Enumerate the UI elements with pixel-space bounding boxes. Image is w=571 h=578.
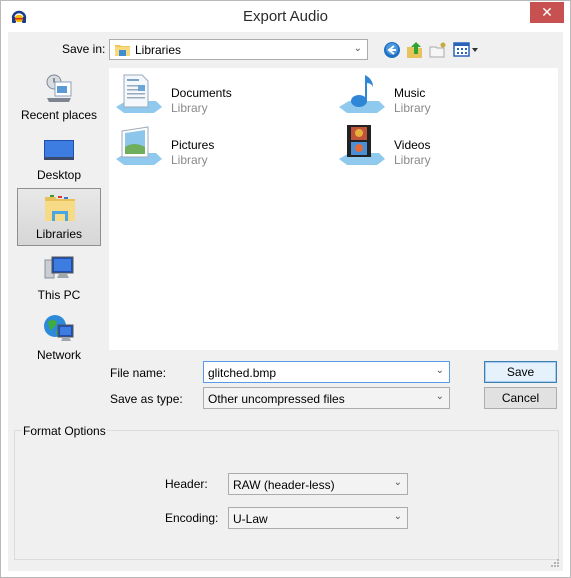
music-icon (339, 75, 385, 113)
window-title: Export Audio (242, 8, 329, 25)
chevron-down-icon: ⌄ (393, 477, 402, 488)
library-name: Pictures (171, 138, 215, 152)
library-name: Documents (171, 86, 232, 100)
library-item-pictures[interactable]: Pictures Library (114, 123, 314, 171)
cancel-button[interactable]: Cancel (484, 387, 557, 409)
header-dropdown[interactable]: RAW (header-less) ⌄ (228, 473, 408, 495)
file-name-input[interactable]: glitched.bmp ⌄ (203, 361, 450, 383)
library-item-music[interactable]: Music Library (337, 71, 537, 119)
save-in-value: Libraries (135, 43, 182, 57)
place-label: Libraries (35, 227, 83, 241)
place-label: This PC (37, 288, 81, 302)
view-menu-icon[interactable] (453, 41, 479, 59)
save-as-type-dropdown[interactable]: Other uncompressed files ⌄ (203, 387, 450, 409)
documents-icon (116, 74, 162, 113)
place-desktop[interactable]: Desktop (17, 130, 101, 186)
save-button[interactable]: Save (484, 361, 557, 383)
library-type: Library (394, 153, 431, 167)
up-folder-icon[interactable] (406, 41, 424, 59)
new-folder-icon[interactable] (429, 41, 447, 59)
format-options-group (14, 430, 559, 560)
this-pc-icon (44, 256, 74, 279)
header-label: Header: (165, 477, 208, 491)
chevron-down-icon[interactable]: ⌄ (436, 365, 444, 376)
libraries-icon (45, 195, 75, 221)
place-network[interactable]: Network (17, 310, 101, 366)
libraries-folder-icon (115, 45, 130, 56)
encoding-label: Encoding: (165, 511, 219, 525)
encoding-dropdown[interactable]: U-Law ⌄ (228, 507, 408, 529)
recent-places-icon (46, 74, 72, 102)
pictures-icon (116, 126, 162, 165)
place-label: Desktop (36, 168, 82, 182)
save-in-dropdown[interactable]: Libraries ⌄ (109, 39, 368, 60)
encoding-value: U-Law (233, 512, 268, 526)
library-type: Library (171, 101, 208, 115)
library-item-videos[interactable]: Videos Library (337, 123, 537, 171)
chevron-down-icon: ⌄ (435, 391, 444, 402)
library-type: Library (394, 101, 431, 115)
back-icon[interactable] (383, 41, 401, 59)
place-libraries[interactable]: Libraries (17, 188, 101, 246)
place-label: Recent places (20, 108, 98, 122)
library-item-documents[interactable]: Documents Library (114, 71, 314, 119)
format-options-title: Format Options (22, 424, 107, 438)
place-this-pc[interactable]: This PC (17, 250, 101, 306)
save-as-type-label: Save as type: (110, 392, 183, 406)
title-bar[interactable]: Export Audio ✕ (1, 1, 570, 32)
export-audio-dialog: Export Audio ✕ Save in: Libraries ⌄ Rece… (0, 0, 571, 578)
place-recent-places[interactable]: Recent places (17, 70, 101, 126)
file-name-value: glitched.bmp (208, 366, 277, 380)
save-in-label: Save in: (62, 42, 106, 56)
resize-grip-icon[interactable] (550, 558, 560, 568)
header-value: RAW (header-less) (233, 478, 335, 492)
place-label: Network (36, 348, 81, 362)
library-type: Library (171, 153, 208, 167)
dialog-client-area: Save in: Libraries ⌄ Recent places Deskt… (8, 32, 563, 571)
file-name-label: File name: (110, 366, 167, 380)
chevron-down-icon: ⌄ (353, 43, 362, 54)
library-name: Music (394, 86, 426, 100)
save-as-type-value: Other uncompressed files (208, 392, 345, 406)
library-name: Videos (394, 138, 431, 152)
file-list[interactable]: Documents Library Music Library Pictures… (109, 68, 558, 350)
videos-icon (339, 125, 385, 165)
chevron-down-icon: ⌄ (393, 511, 402, 522)
close-button[interactable]: ✕ (530, 2, 564, 23)
places-bar: Recent places Desktop Libraries This PC … (15, 68, 103, 408)
desktop-icon (44, 140, 74, 160)
network-icon (44, 315, 74, 341)
